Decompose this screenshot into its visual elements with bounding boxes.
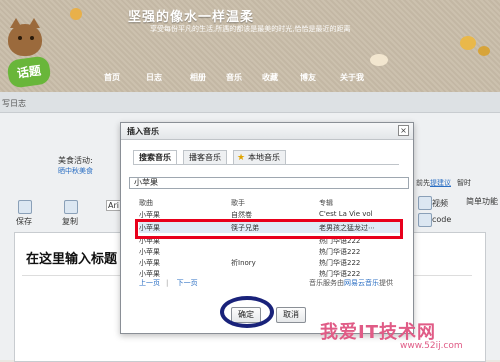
album-name: 热门华语222: [319, 248, 361, 256]
tab-local-music[interactable]: ★ 本地音乐: [233, 150, 286, 165]
flower-decoration-icon: [70, 8, 82, 20]
nav-diary[interactable]: 日志: [146, 72, 162, 83]
dialog-header: 插入音乐 ×: [121, 123, 413, 140]
event-label: 美食活动:: [58, 156, 93, 165]
right-info-suffix: 智时: [457, 179, 471, 187]
save-icon[interactable]: [18, 200, 32, 214]
album-name: 热门华语222: [319, 259, 361, 267]
nav-home[interactable]: 首页: [104, 72, 120, 83]
suggestion-link[interactable]: 提建议: [430, 179, 451, 187]
song-name: 小苹果: [139, 248, 160, 256]
nav-about[interactable]: 关于我: [340, 72, 364, 83]
title-input[interactable]: 在这里输入标题: [26, 248, 117, 267]
copy-icon[interactable]: [64, 200, 78, 214]
list-item[interactable]: 小苹果 祈Inory 热门华语222: [139, 257, 403, 268]
album-name: C'est La Vie vol: [319, 210, 373, 218]
simple-mode-button[interactable]: 简单功能: [466, 196, 498, 207]
nav-music[interactable]: 音乐: [226, 72, 242, 83]
provider-note: 音乐服务由网易云音乐提供: [309, 278, 393, 288]
provider-suffix: 提供: [379, 279, 393, 287]
watermark-url: www.52ij.com: [400, 341, 463, 351]
mushroom-decoration-icon: [370, 54, 388, 66]
close-icon[interactable]: ×: [398, 125, 409, 136]
cat-mascot-icon: [2, 10, 48, 60]
selected-row-highlight: [135, 219, 403, 239]
save-button[interactable]: 保存: [16, 216, 32, 227]
event-link[interactable]: 晒中秋美食: [58, 166, 93, 176]
blog-banner: 坚强的像水一样温柔 享受每份平凡的生活,所遇的都该是最美的时光,恰恰是最近的距离…: [0, 0, 500, 92]
bee-decoration-icon: [478, 46, 490, 56]
font-select[interactable]: Ari: [106, 200, 121, 211]
bee-decoration-icon: [460, 36, 476, 50]
artist-name: 祈Inory: [231, 259, 256, 267]
provider-link[interactable]: 网易云音乐: [344, 279, 379, 287]
tab-search-music[interactable]: 搜索音乐: [133, 150, 177, 165]
column-artist: 歌手: [231, 199, 245, 207]
right-info: 前先提建议 智时: [416, 178, 471, 188]
nav-friends[interactable]: 博友: [300, 72, 316, 83]
video-button[interactable]: 视频: [432, 198, 448, 209]
video-icon[interactable]: [418, 196, 432, 210]
list-header: 歌曲 歌手 专辑: [139, 196, 403, 208]
list-item[interactable]: 小苹果 热门华语222: [139, 246, 403, 257]
cancel-button[interactable]: 取消: [276, 307, 306, 323]
nav-favorites[interactable]: 收藏: [262, 72, 278, 83]
page-title: 写日志: [2, 99, 26, 108]
tab-local-music-label: 本地音乐: [248, 153, 280, 162]
tab-podcast-music[interactable]: 播客音乐: [183, 150, 227, 165]
song-name: 小苹果: [139, 259, 160, 267]
music-search-input[interactable]: [129, 177, 409, 189]
provider-prefix: 音乐服务由: [309, 279, 344, 287]
pager-separator: |: [166, 279, 169, 287]
code-button[interactable]: code: [432, 215, 451, 224]
column-album: 专辑: [319, 199, 333, 207]
dialog-title: 插入音乐: [127, 127, 159, 136]
blog-title: 坚强的像水一样温柔: [128, 10, 255, 25]
blog-subtitle: 享受每份平凡的生活,所遇的都该是最美的时光,恰恰是最近的距离: [150, 25, 351, 33]
pager: 上一页 | 下一页: [139, 278, 204, 288]
copy-button[interactable]: 复制: [62, 216, 78, 227]
next-page-link[interactable]: 下一页: [177, 279, 198, 287]
nav-album[interactable]: 相册: [190, 72, 206, 83]
tab-divider: [133, 164, 399, 165]
column-song: 歌曲: [139, 199, 153, 207]
page-header: 写日志: [0, 92, 500, 113]
blog-nav: 首页 日志 相册 音乐 收藏 博友 关于我: [0, 72, 500, 86]
code-icon[interactable]: [418, 213, 432, 227]
ok-button-circle-annotation: [220, 296, 274, 328]
star-icon: ★: [237, 153, 246, 163]
prev-page-link[interactable]: 上一页: [139, 279, 160, 287]
right-info-prefix: 前先: [416, 179, 430, 187]
